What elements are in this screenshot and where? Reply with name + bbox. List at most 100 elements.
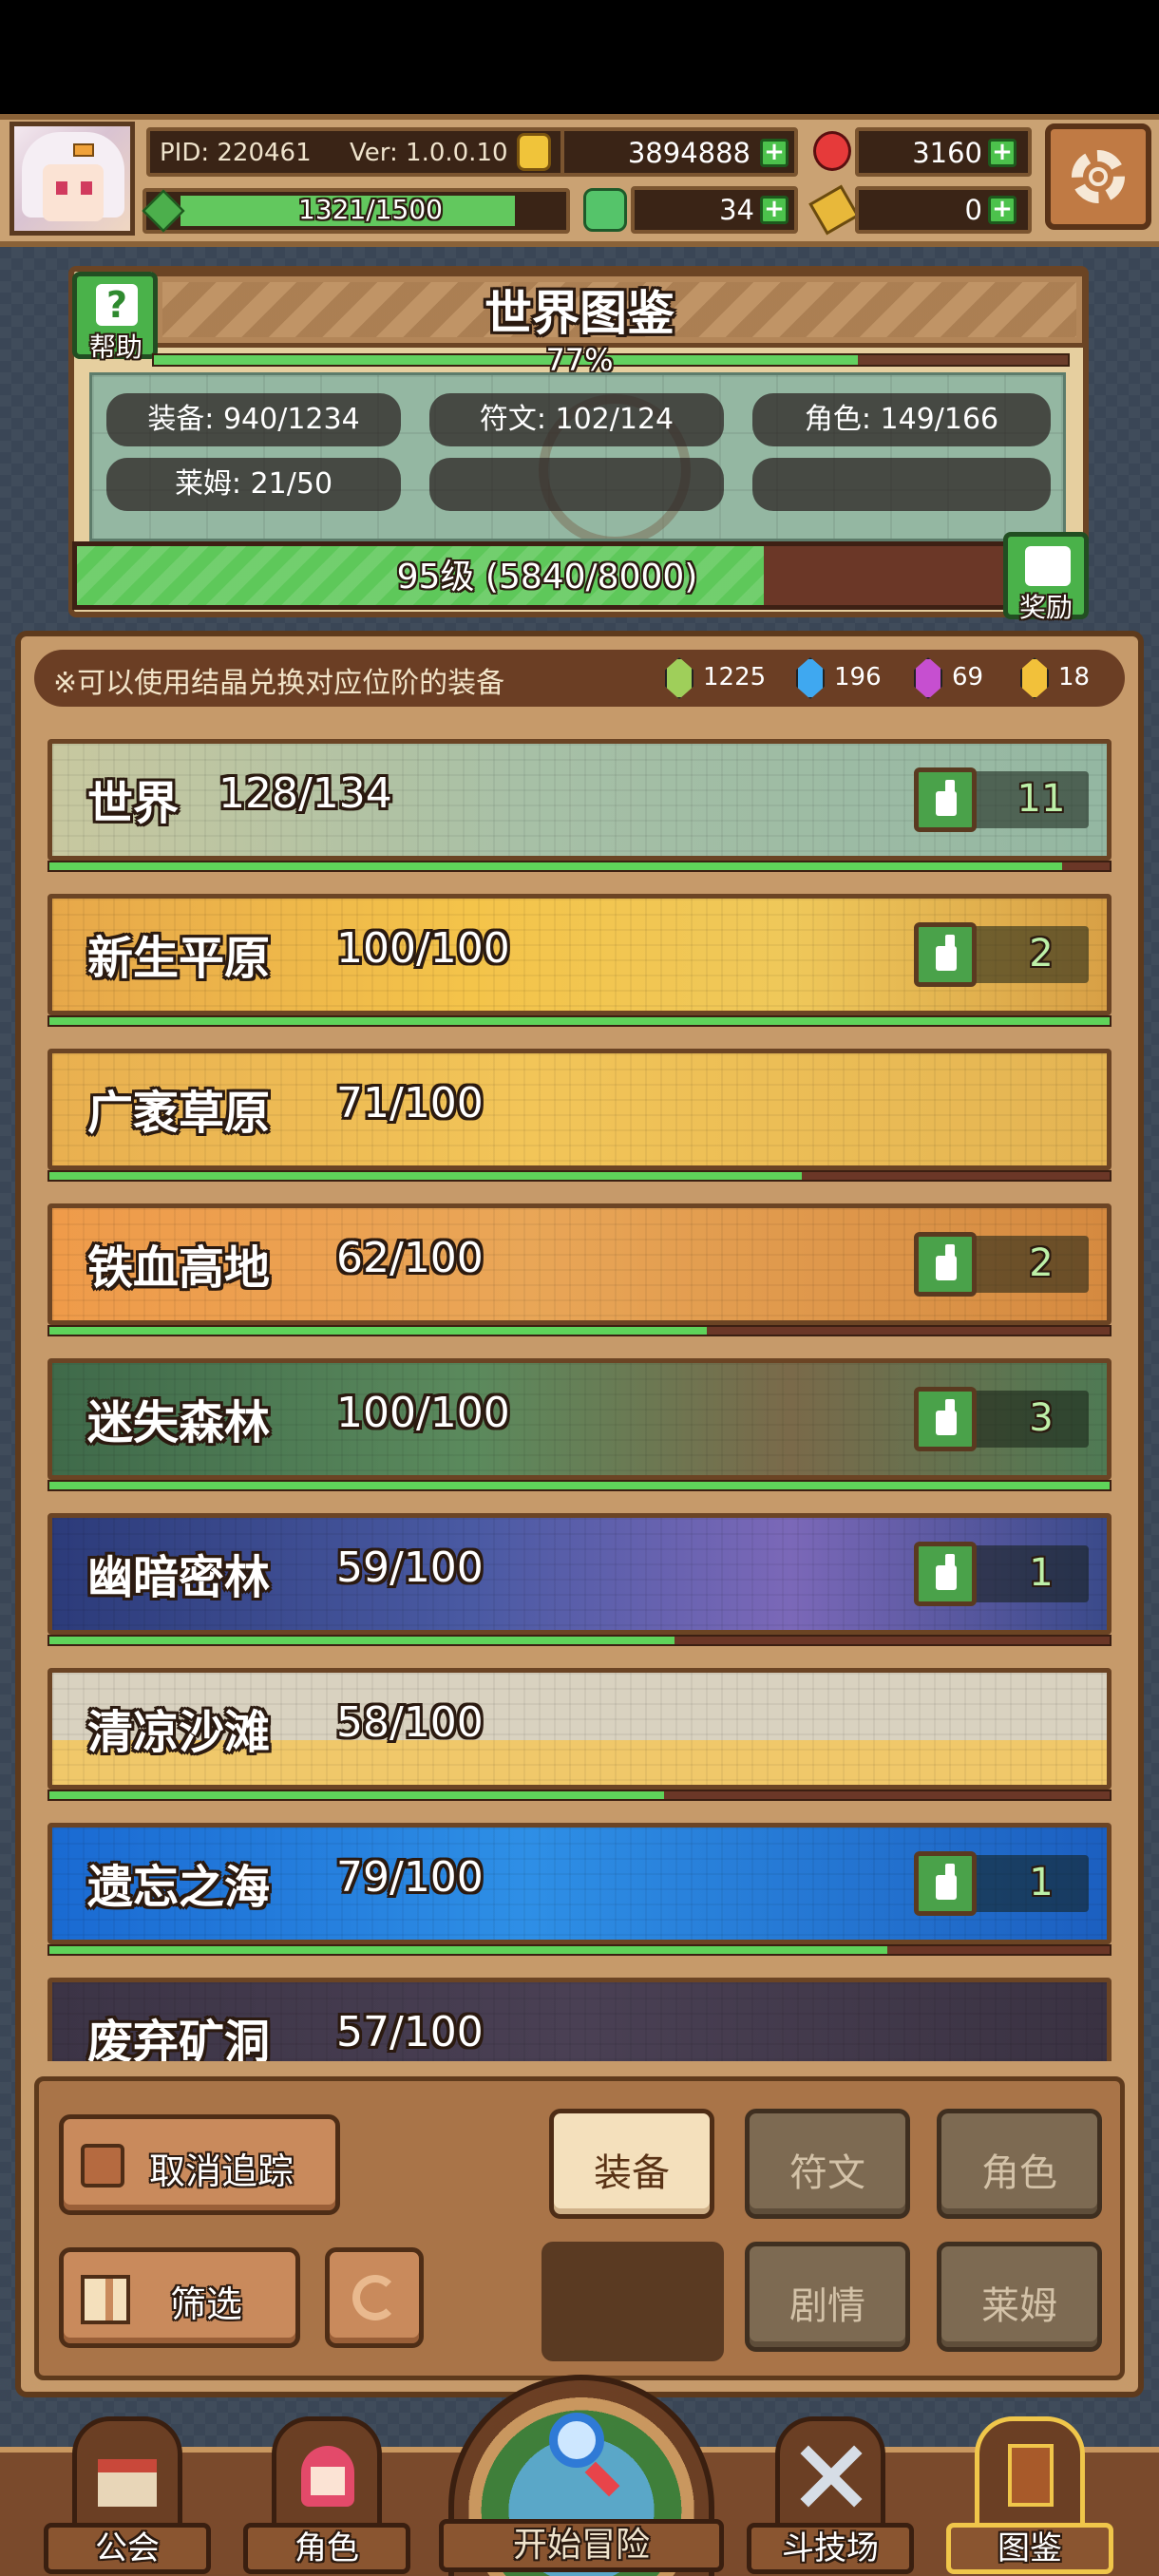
like-count: 1	[1029, 1861, 1054, 1904]
nav-guild-label: 公会	[44, 2523, 211, 2574]
region-count: 62/100	[336, 1234, 484, 1282]
region-name: 广袤草原	[87, 1087, 271, 1140]
region-row[interactable]: 迷失森林 100/100 3	[48, 1358, 1112, 1491]
like-count: 2	[1029, 1241, 1054, 1285]
atlas-title: 世界图鉴	[484, 286, 674, 341]
stat-equipment: 装备: 940/1234	[106, 393, 401, 446]
reward-icon	[1025, 546, 1071, 586]
grid-icon	[81, 2275, 130, 2324]
thumbs-up-icon	[914, 1387, 977, 1451]
ruby-value: 3160	[912, 137, 982, 169]
nav-guild[interactable]: 公会	[44, 2416, 211, 2576]
nav-role-label: 角色	[243, 2523, 410, 2574]
region-progress-bar	[48, 1480, 1112, 1491]
region-progress-bar	[48, 1790, 1112, 1801]
region-name: 清凉沙滩	[87, 1706, 271, 1759]
region-row[interactable]: 铁血高地 62/100 2	[48, 1203, 1112, 1336]
gold-plus-button[interactable]: +	[760, 139, 788, 167]
region-name: 新生平原	[87, 932, 271, 985]
tab-rune-label: 符文	[789, 2151, 865, 2195]
filter-button[interactable]: 筛选	[59, 2247, 300, 2348]
refresh-icon	[352, 2275, 398, 2320]
ruby-plus-button[interactable]: +	[988, 139, 1016, 167]
region-count: 79/100	[336, 1853, 484, 1902]
region-row[interactable]: 遗忘之海 79/100 1	[48, 1823, 1112, 1956]
help-icon: ?	[96, 284, 138, 326]
region-row[interactable]: 世界 128/134 11	[48, 739, 1112, 872]
filter-label: 筛选	[170, 2283, 243, 2325]
magnifier-icon	[549, 2413, 604, 2468]
empty-tab-slot	[542, 2242, 724, 2361]
like-count: 1	[1029, 1551, 1054, 1595]
like-count: 11	[1016, 777, 1066, 821]
nav-arena-label: 斗技场	[747, 2523, 914, 2574]
clover-plus-button[interactable]: +	[760, 196, 788, 224]
tab-story[interactable]: 剧情	[745, 2242, 910, 2352]
nav-adventure[interactable]: 开始冒险	[439, 2375, 724, 2576]
book-icon	[975, 2416, 1085, 2530]
clover-value: 34	[719, 194, 754, 226]
region-name: 废弃矿洞	[87, 2016, 271, 2061]
settings-button[interactable]	[1045, 123, 1151, 230]
tab-slime[interactable]: 莱姆	[937, 2242, 1102, 2352]
region-progress-fill	[49, 1482, 1110, 1489]
tab-slime-label: 莱姆	[981, 2284, 1057, 2328]
blue-crystal-value: 196	[834, 663, 882, 691]
like-count: 2	[1029, 932, 1054, 975]
like-badge[interactable]: 3	[914, 1387, 1089, 1451]
region-row[interactable]: 广袤草原 71/100	[48, 1049, 1112, 1182]
region-row[interactable]: 幽暗密林 59/100 1	[48, 1513, 1112, 1646]
like-badge[interactable]: 11	[914, 767, 1089, 832]
region-progress-fill	[49, 1791, 665, 1799]
tab-equipment[interactable]: 装备	[549, 2109, 714, 2219]
region-progress-fill	[49, 1327, 707, 1335]
region-row[interactable]: 清凉沙滩 58/100	[48, 1668, 1112, 1801]
nav-atlas-label: 图鉴	[946, 2523, 1113, 2574]
region-progress-fill	[49, 1946, 887, 1954]
like-count: 3	[1029, 1396, 1054, 1440]
region-row[interactable]: 废弃矿洞 57/100	[48, 1978, 1112, 2061]
region-name: 幽暗密林	[87, 1551, 271, 1604]
region-progress-bar	[48, 1635, 1112, 1646]
thumb-icon	[81, 2144, 124, 2188]
region-progress-bar	[48, 861, 1112, 872]
key-plus-button[interactable]: +	[988, 196, 1016, 224]
region-row[interactable]: 新生平原 100/100 2	[48, 894, 1112, 1027]
region-progress-bar	[48, 1325, 1112, 1336]
atlas-level-text: 95级 (5840/8000)	[396, 558, 698, 597]
clover-icon	[583, 188, 627, 232]
nav-role[interactable]: 角色	[243, 2416, 410, 2576]
reward-label: 奖励	[1018, 592, 1073, 623]
region-name: 铁血高地	[87, 1241, 271, 1295]
region-count: 58/100	[336, 1698, 484, 1747]
thumbs-up-icon	[914, 767, 977, 832]
swords-icon	[775, 2416, 885, 2530]
nav-adventure-label: 开始冒险	[439, 2519, 724, 2572]
tab-story-label: 剧情	[789, 2284, 865, 2328]
region-progress-fill	[49, 1637, 675, 1644]
version-label: Ver: 1.0.0.10	[350, 139, 508, 167]
untrack-label: 取消追踪	[149, 2150, 294, 2192]
region-name: 遗忘之海	[87, 1861, 271, 1914]
like-badge[interactable]: 2	[914, 922, 1089, 987]
player-avatar[interactable]	[10, 122, 135, 236]
thumbs-up-icon	[914, 1851, 977, 1916]
region-list[interactable]: 世界 128/134 11 新生平原 100/100 2 广袤草原 71/100 铁血高地 62/…	[42, 739, 1117, 2061]
region-count: 128/134	[218, 769, 392, 818]
stat-role: 角色: 149/166	[752, 393, 1051, 446]
refresh-button[interactable]	[325, 2247, 424, 2348]
nav-arena[interactable]: 斗技场	[747, 2416, 914, 2576]
nav-atlas[interactable]: 图鉴	[946, 2416, 1113, 2576]
region-count: 100/100	[336, 1389, 510, 1437]
untrack-button[interactable]: 取消追踪	[59, 2114, 340, 2215]
stat-slime: 莱姆: 21/50	[106, 458, 401, 511]
like-badge[interactable]: 1	[914, 1851, 1089, 1916]
tab-role[interactable]: 角色	[937, 2109, 1102, 2219]
region-progress-bar	[48, 1015, 1112, 1027]
guild-icon	[72, 2416, 182, 2530]
region-progress-bar	[48, 1944, 1112, 1956]
like-badge[interactable]: 1	[914, 1542, 1089, 1606]
like-badge[interactable]: 2	[914, 1232, 1089, 1297]
gold-value: 3894888	[627, 137, 750, 169]
tab-rune[interactable]: 符文	[745, 2109, 910, 2219]
